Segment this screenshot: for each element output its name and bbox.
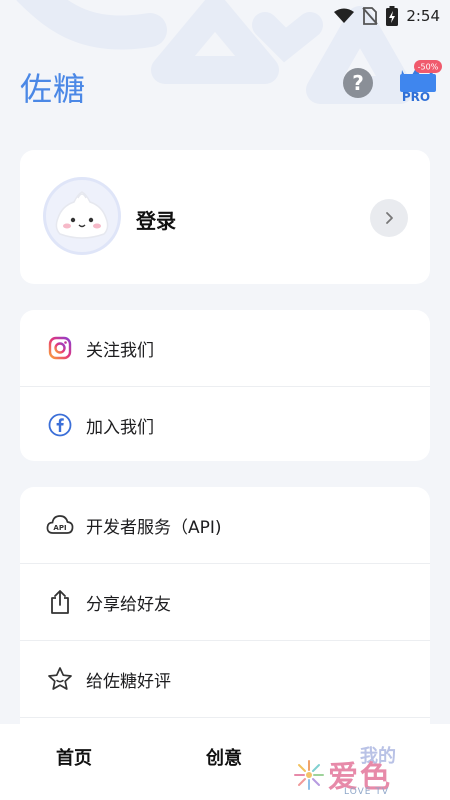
pro-label: PRO [402,90,430,102]
wifi-icon [334,8,355,23]
nav-home-tab[interactable]: 首页 [56,744,92,770]
login-arrow-button[interactable] [370,199,408,237]
bun-mascot-icon [55,191,109,239]
share-icon [46,588,74,616]
help-icon: ? [352,71,364,95]
watermark-logo: 爱色 LOVE TV [292,752,412,798]
status-bar: 2:54 [0,0,450,32]
star-icon [46,665,74,693]
login-card[interactable]: 登录 [20,150,430,284]
svg-text:API: API [53,524,66,532]
no-sim-icon [362,7,378,25]
join-us-label: 加入我们 [86,417,154,438]
rate-app-row[interactable]: 给佐糖好评 [20,640,430,717]
social-card: 关注我们 加入我们 [20,310,430,461]
instagram-icon [46,334,74,362]
rate-app-label: 给佐糖好评 [86,671,171,692]
app-title: 佐糖 [20,70,87,108]
battery-charging-icon [386,6,399,26]
share-row[interactable]: 分享给好友 [20,563,430,640]
share-label: 分享给好友 [86,594,171,615]
follow-us-row[interactable]: 关注我们 [20,310,430,386]
pro-discount-label: -50% [418,63,439,72]
flower-icon [294,760,324,790]
developer-api-label: 开发者服务（API) [86,517,222,538]
avatar[interactable] [43,177,121,255]
status-time: 2:54 [406,7,440,25]
nav-create-tab[interactable]: 创意 [206,744,242,770]
chevron-right-icon [386,212,393,224]
api-cloud-icon: API [46,511,74,539]
developer-api-row[interactable]: API 开发者服务（API) [20,487,430,563]
help-button[interactable]: ? [343,68,373,98]
pro-button[interactable]: -50% PRO [396,60,442,102]
follow-us-label: 关注我们 [86,340,154,361]
watermark-subtext: LOVE TV [344,787,389,797]
login-label: 登录 [136,209,176,233]
join-us-row[interactable]: 加入我们 [20,386,430,461]
facebook-icon [46,411,74,439]
